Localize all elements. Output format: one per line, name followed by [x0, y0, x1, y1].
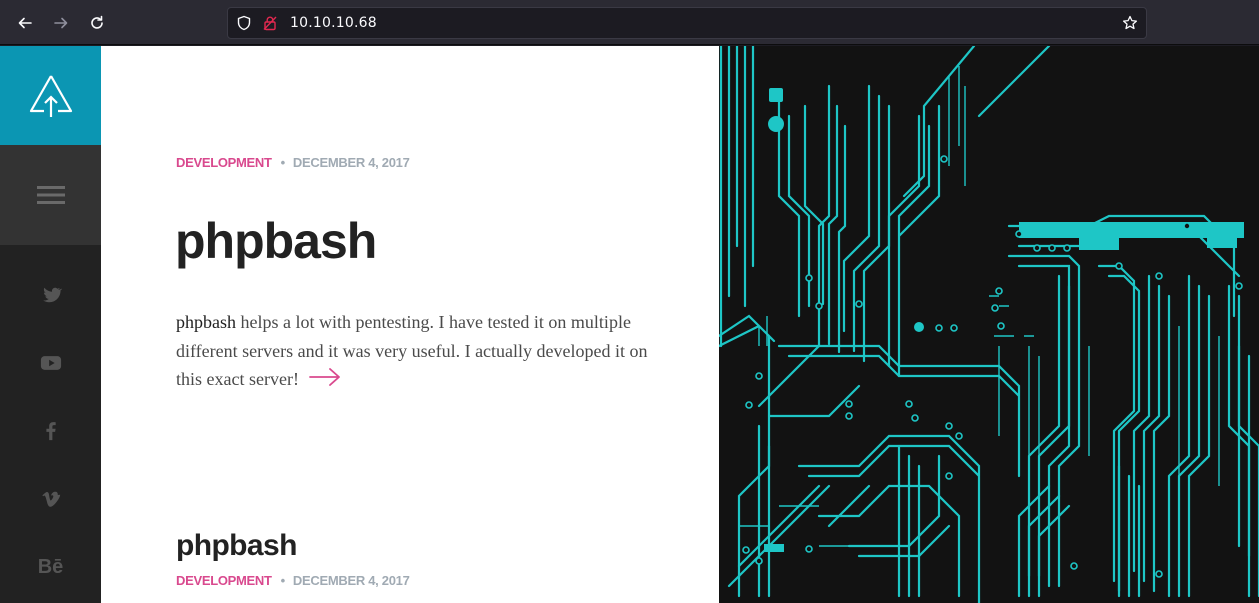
read-more-arrow-icon[interactable]: [309, 367, 341, 396]
next-post-date: DECEMBER 4, 2017: [292, 573, 410, 588]
browser-toolbar: 10.10.10.68: [0, 0, 1259, 45]
circuit-traces: [719, 46, 1259, 603]
behance-icon: Bē: [37, 555, 64, 578]
post-title[interactable]: phpbash: [175, 212, 377, 270]
site-logo[interactable]: [0, 46, 101, 145]
menu-button[interactable]: [0, 145, 101, 245]
behance-link[interactable]: Bē: [0, 547, 101, 587]
twitter-icon: [42, 287, 62, 303]
next-post-category-link[interactable]: DEVELOPMENT: [176, 573, 272, 588]
arrow-up-logo-icon: [29, 74, 72, 117]
meta-separator: •: [280, 155, 286, 170]
excerpt-text: helps a lot with pentesting. I have test…: [176, 312, 648, 389]
excerpt-lead: phpbash: [176, 312, 236, 332]
bookmark-star-icon[interactable]: [1122, 15, 1138, 31]
url-text[interactable]: 10.10.10.68: [290, 15, 377, 31]
next-post-title[interactable]: phpbash: [176, 529, 297, 563]
reload-icon: [91, 15, 103, 29]
post-date: DECEMBER 4, 2017: [292, 155, 410, 170]
vimeo-link[interactable]: [0, 479, 101, 519]
circuit-board-image: [719, 46, 1259, 603]
post-list: DEVELOPMENT • DECEMBER 4, 2017 phpbash php…: [101, 46, 719, 603]
sidebar: Bē: [0, 46, 101, 603]
reload-button[interactable]: [83, 9, 111, 37]
shield-icon[interactable]: [236, 15, 252, 31]
meta-separator: •: [280, 573, 286, 588]
lock-insecure-icon[interactable]: [262, 15, 278, 31]
post-meta: DEVELOPMENT • DECEMBER 4, 2017: [176, 155, 410, 170]
back-button[interactable]: [11, 9, 39, 37]
twitter-link[interactable]: [0, 275, 101, 315]
address-bar[interactable]: 10.10.10.68: [227, 7, 1147, 39]
youtube-link[interactable]: [0, 343, 101, 383]
back-arrow-icon: [18, 17, 32, 29]
facebook-icon: [45, 422, 56, 441]
post-excerpt: phpbash helps a lot with pentesting. I h…: [176, 308, 656, 395]
page-viewport: Bē DEVELOPMENT • DECEMBER 4, 2017 phpbash …: [0, 46, 1259, 603]
vimeo-icon: [41, 491, 60, 507]
next-post-meta: DEVELOPMENT • DECEMBER 4, 2017: [176, 573, 410, 588]
youtube-icon: [40, 356, 61, 370]
forward-button[interactable]: [47, 9, 75, 37]
hamburger-menu-icon: [36, 186, 65, 204]
forward-arrow-icon: [54, 17, 68, 29]
facebook-link[interactable]: [0, 411, 101, 451]
post-category-link[interactable]: DEVELOPMENT: [176, 155, 272, 170]
